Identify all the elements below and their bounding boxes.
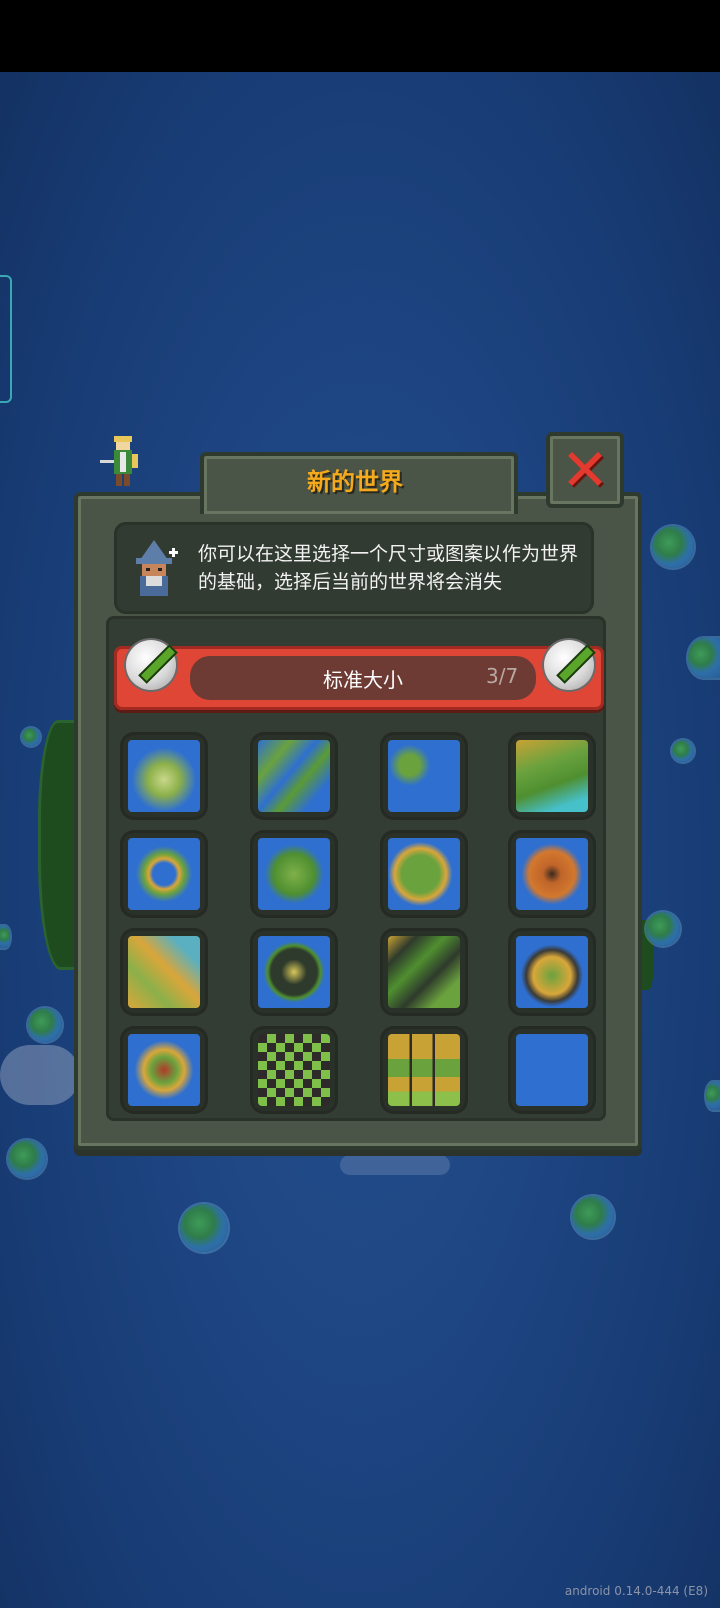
status-bar xyxy=(0,0,720,72)
planet-icon xyxy=(0,926,10,948)
map-template-button[interactable] xyxy=(380,830,468,918)
map-template-button[interactable] xyxy=(250,830,338,918)
map-template-preview xyxy=(516,1034,588,1106)
map-template-button[interactable] xyxy=(508,732,596,820)
map-template-button[interactable] xyxy=(120,1026,208,1114)
map-template-preview xyxy=(128,740,200,812)
planet-icon xyxy=(180,1204,228,1252)
map-template-button[interactable] xyxy=(120,732,208,820)
pencil-icon xyxy=(556,644,596,684)
map-template-button[interactable] xyxy=(508,830,596,918)
close-button[interactable]: ✕ xyxy=(546,432,624,508)
elf-character-icon xyxy=(100,436,138,486)
planet-icon xyxy=(22,728,40,746)
map-template-button[interactable] xyxy=(380,732,468,820)
map-template-button[interactable] xyxy=(250,928,338,1016)
map-template-button[interactable] xyxy=(250,1026,338,1114)
map-template-preview xyxy=(388,740,460,812)
map-template-preview xyxy=(388,838,460,910)
planet-icon xyxy=(672,740,694,762)
map-template-preview xyxy=(128,936,200,1008)
planet-icon xyxy=(706,1082,720,1110)
map-template-preview xyxy=(516,936,588,1008)
size-count: 3/7 xyxy=(486,664,519,688)
map-template-preview xyxy=(388,1034,460,1106)
size-label: 标准大小 xyxy=(323,668,403,692)
map-template-button[interactable] xyxy=(120,928,208,1016)
size-decrease-button[interactable] xyxy=(126,640,178,690)
dialog-title: 新的世界 xyxy=(307,468,403,496)
map-template-preview xyxy=(258,936,330,1008)
map-template-preview xyxy=(258,838,330,910)
pencil-icon xyxy=(138,644,178,684)
version-label: android 0.14.0-444 (E8) xyxy=(564,1584,708,1598)
map-template-button[interactable] xyxy=(508,928,596,1016)
size-increase-button[interactable] xyxy=(544,640,596,690)
map-template-preview xyxy=(258,740,330,812)
close-icon[interactable]: ✕ xyxy=(561,441,610,499)
planet-icon xyxy=(688,638,720,678)
planet-icon xyxy=(646,912,680,946)
planet-icon xyxy=(8,1140,46,1178)
map-template-button[interactable] xyxy=(380,1026,468,1114)
wizard-icon xyxy=(136,540,178,596)
map-template-button[interactable] xyxy=(508,1026,596,1114)
map-template-preview xyxy=(388,936,460,1008)
info-text: 你可以在这里选择一个尺寸或图案以作为世界的基础，选择后当前的世界将会消失 xyxy=(198,543,579,593)
map-template-button[interactable] xyxy=(120,830,208,918)
background-cloud xyxy=(0,1045,80,1105)
map-template-button[interactable] xyxy=(250,732,338,820)
map-template-preview xyxy=(516,740,588,812)
map-template-preview xyxy=(128,1034,200,1106)
map-template-preview xyxy=(258,1034,330,1106)
map-template-preview xyxy=(128,838,200,910)
planet-icon xyxy=(28,1008,62,1042)
planet-icon xyxy=(572,1196,614,1238)
map-template-button[interactable] xyxy=(380,928,468,1016)
side-panel-tab[interactable] xyxy=(0,275,12,403)
planet-icon xyxy=(652,526,694,568)
map-template-preview xyxy=(516,838,588,910)
background-cloud xyxy=(340,1155,450,1175)
